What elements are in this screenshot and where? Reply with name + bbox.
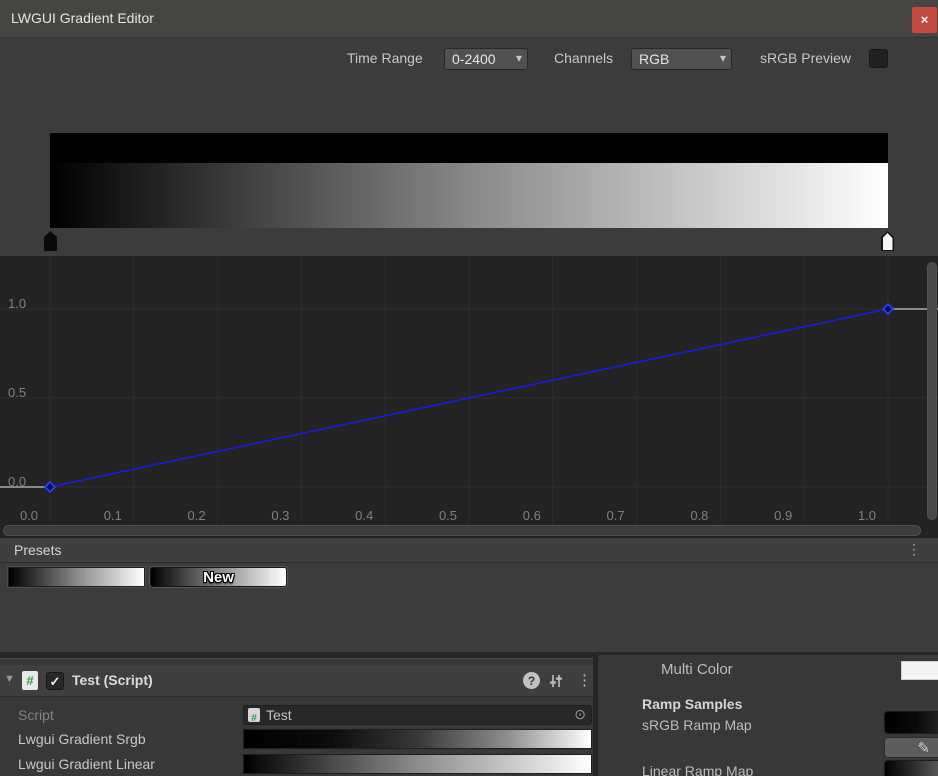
- srgb-preview-checkbox[interactable]: [869, 49, 888, 68]
- curve-key-point[interactable]: [45, 482, 55, 492]
- linear-ramp-thumbnail[interactable]: [884, 760, 938, 776]
- foldout-icon[interactable]: ▼: [4, 673, 15, 685]
- window-titlebar[interactable]: LWGUI Gradient Editor ×: [0, 0, 938, 38]
- multi-color-swatch[interactable]: [901, 661, 938, 680]
- curve-key-point[interactable]: [883, 304, 893, 314]
- srgb-ramp-thumbnail[interactable]: [884, 711, 938, 734]
- preset-swatch[interactable]: [8, 567, 145, 587]
- srgb-preview-label: sRGB Preview: [760, 50, 851, 66]
- x-tick-label: 0.4: [344, 508, 384, 523]
- csharp-script-icon: #: [248, 708, 260, 722]
- toolbar: Time Range 0-2400 ▾ Channels RGB ▾ sRGB …: [0, 38, 938, 80]
- horizontal-scrollbar[interactable]: [3, 525, 921, 536]
- close-icon: ×: [921, 12, 929, 27]
- material-inspector-panel: Multi Color Ramp Samples sRGB Ramp Map ✎…: [597, 654, 938, 776]
- curve-editor[interactable]: 0.0 0.5 1.0 0.0 0.1 0.2 0.3 0.4 0.5 0.6 0.7 0.8 0.9…: [0, 256, 938, 538]
- channels-label: Channels: [554, 50, 613, 66]
- component-header[interactable]: ▼ # ✓ Test (Script) ? ⋮: [0, 665, 593, 697]
- screen: LWGUI Gradient Editor × Time Range 0-240…: [0, 0, 938, 776]
- gradient-srgb-field[interactable]: [243, 729, 592, 749]
- x-tick-label: 0.1: [93, 508, 133, 523]
- x-tick-label: 1.0: [847, 508, 887, 523]
- gradient-linear-field[interactable]: [243, 754, 592, 774]
- ramp-samples-header: Ramp Samples: [642, 696, 742, 712]
- x-tick-label: 0.8: [679, 508, 719, 523]
- edit-ramp-button[interactable]: ✎: [884, 737, 938, 758]
- curve-plot[interactable]: [0, 256, 938, 538]
- pencil-icon: ✎: [917, 740, 930, 757]
- channels-dropdown[interactable]: RGB ▾: [631, 48, 732, 70]
- gradient-editor-window: LWGUI Gradient Editor × Time Range 0-240…: [0, 0, 938, 652]
- preset-swatch-new[interactable]: New: [150, 567, 287, 587]
- csharp-script-icon: #: [22, 671, 38, 690]
- help-icon[interactable]: ?: [523, 672, 540, 689]
- x-tick-label: 0.3: [260, 508, 300, 523]
- presets-header: Presets ⋮: [0, 538, 938, 563]
- inspector-panel: ▼ # ✓ Test (Script) ? ⋮ Script # Test ⊙: [0, 658, 593, 776]
- component-title: Test (Script): [72, 672, 153, 688]
- script-object-value: Test: [266, 707, 292, 723]
- more-icon[interactable]: ⋮: [907, 541, 921, 558]
- preset-new-label: New: [151, 569, 286, 586]
- presets-title: Presets: [14, 542, 61, 558]
- x-tick-label: 0.7: [596, 508, 636, 523]
- y-tick-label: 0.0: [8, 474, 38, 488]
- multi-color-label: Multi Color: [661, 661, 733, 678]
- x-tick-label: 0.5: [428, 508, 468, 523]
- srgb-ramp-map-label: sRGB Ramp Map: [642, 717, 752, 733]
- gradient-srgb-label: Lwgui Gradient Srgb: [18, 731, 146, 747]
- y-tick-label: 0.5: [8, 385, 38, 399]
- time-range-value: 0-2400: [452, 51, 496, 67]
- window-title: LWGUI Gradient Editor: [11, 10, 154, 26]
- gradient-linear-label: Lwgui Gradient Linear: [18, 756, 155, 772]
- time-range-dropdown[interactable]: 0-2400 ▾: [444, 48, 528, 70]
- channels-value: RGB: [639, 51, 669, 67]
- gradient-key-right[interactable]: [881, 231, 894, 251]
- script-row: Script # Test ⊙: [0, 705, 593, 725]
- y-tick-label: 1.0: [8, 296, 38, 310]
- gradient-key-left[interactable]: [44, 231, 57, 251]
- gradient-preview-bar[interactable]: [50, 163, 888, 228]
- x-tick-label: 0.9: [763, 508, 803, 523]
- script-field-label: Script: [18, 707, 54, 723]
- x-tick-label: 0.6: [512, 508, 552, 523]
- x-tick-label: 0.2: [177, 508, 217, 523]
- close-button[interactable]: ×: [912, 7, 937, 33]
- presets-icon[interactable]: [548, 673, 564, 694]
- time-range-label: Time Range: [347, 50, 423, 66]
- chevron-down-icon: ▾: [720, 48, 726, 68]
- gradient-linear-row: Lwgui Gradient Linear: [0, 754, 593, 774]
- enable-checkbox[interactable]: ✓: [46, 672, 64, 690]
- chevron-down-icon: ▾: [516, 48, 522, 68]
- x-tick-label: 0.0: [9, 508, 49, 523]
- gradient-alpha-track[interactable]: [50, 133, 888, 163]
- gradient-srgb-row: Lwgui Gradient Srgb: [0, 729, 593, 749]
- more-icon[interactable]: ⋮: [577, 671, 592, 689]
- script-object-field[interactable]: # Test ⊙: [243, 705, 592, 725]
- vertical-scrollbar[interactable]: [927, 262, 937, 520]
- linear-ramp-map-label: Linear Ramp Map: [642, 763, 753, 776]
- object-picker-icon[interactable]: ⊙: [574, 706, 586, 723]
